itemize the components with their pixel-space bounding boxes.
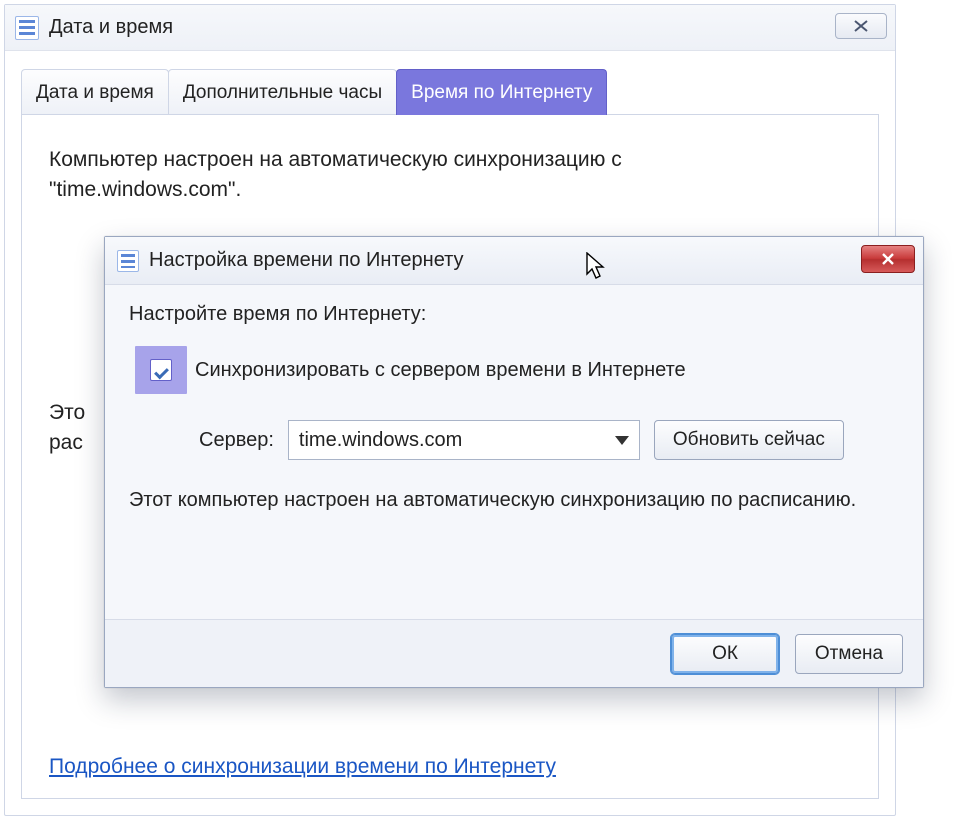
calendar-icon <box>117 250 139 272</box>
button-label: ОК <box>712 643 738 665</box>
calendar-icon <box>15 16 39 40</box>
internet-time-settings-dialog: Настройка времени по Интернету Настройте… <box>104 236 924 688</box>
cancel-button[interactable]: Отмена <box>795 634 903 674</box>
close-icon <box>879 252 897 266</box>
sync-checkbox[interactable] <box>150 359 172 381</box>
sync-status-line2: "time.windows.com". <box>49 175 851 205</box>
tab-label: Дополнительные часы <box>183 82 382 104</box>
button-label: Отмена <box>815 643 883 665</box>
update-now-button[interactable]: Обновить сейчас <box>654 420 844 460</box>
close-icon <box>852 19 870 33</box>
learn-more-link[interactable]: Подробнее о синхронизации времени по Инт… <box>49 755 556 779</box>
button-label: Обновить сейчас <box>673 429 825 451</box>
main-window-title: Дата и время <box>49 16 173 39</box>
tab-strip: Дата и время Дополнительные часы Время п… <box>21 69 606 115</box>
main-close-button[interactable] <box>835 13 887 39</box>
dialog-footer: ОК Отмена <box>105 619 923 687</box>
server-label: Сервер: <box>199 429 274 452</box>
ok-button[interactable]: ОК <box>671 634 779 674</box>
main-titlebar: Дата и время <box>5 5 895 51</box>
dialog-close-button[interactable] <box>861 245 915 273</box>
dialog-description: Этот компьютер настроен на автоматическу… <box>129 486 899 515</box>
server-row: Сервер: time.windows.com Обновить сейчас <box>199 420 899 460</box>
dialog-body: Настройте время по Интернету: Синхронизи… <box>105 285 923 515</box>
dialog-title: Настройка времени по Интернету <box>149 249 464 272</box>
dialog-titlebar: Настройка времени по Интернету <box>105 237 923 285</box>
dialog-subhead: Настройте время по Интернету: <box>129 303 899 326</box>
tab-label: Дата и время <box>36 82 154 104</box>
sync-checkbox-label[interactable]: Синхронизировать с сервером времени в Ин… <box>195 359 686 382</box>
tab-additional-clocks[interactable]: Дополнительные часы <box>168 69 397 115</box>
tab-internet-time[interactable]: Время по Интернету <box>396 69 607 115</box>
tab-date-time[interactable]: Дата и время <box>21 69 169 115</box>
chevron-down-icon <box>615 436 629 445</box>
sync-checkbox-row: Синхронизировать с сервером времени в Ин… <box>135 346 899 394</box>
server-value: time.windows.com <box>299 429 462 452</box>
tab-label: Время по Интернету <box>411 82 592 104</box>
checkbox-highlight <box>135 346 187 394</box>
sync-status-line1: Компьютер настроен на автоматическую син… <box>49 145 851 175</box>
server-combobox[interactable]: time.windows.com <box>288 420 640 460</box>
